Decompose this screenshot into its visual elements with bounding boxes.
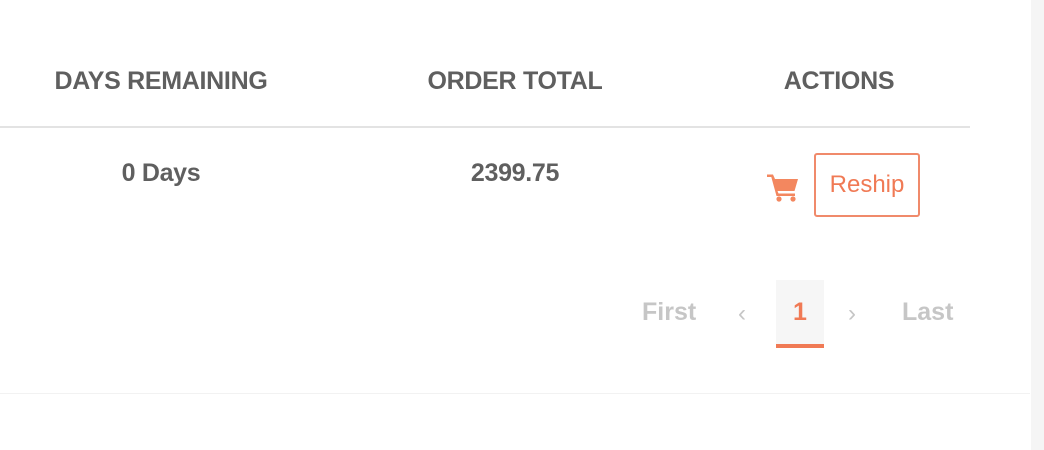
actions-cell: Reship (708, 127, 970, 218)
shopping-cart-icon[interactable] (766, 172, 800, 202)
column-header-order-total-label: ORDER TOTAL (427, 66, 603, 95)
order-total-cell: 2399.75 (322, 127, 708, 218)
column-header-days-remaining-label: DAYS REMAINING (54, 66, 268, 95)
actions-group: Reship (708, 128, 970, 217)
orders-panel: DAYS REMAINING ORDER TOTAL ACTIONS 0 Day… (0, 0, 1030, 394)
days-remaining-value: 0 Days (121, 159, 201, 187)
order-total-value: 2399.75 (470, 159, 560, 187)
reship-button[interactable]: Reship (814, 153, 920, 217)
table-header-row: DAYS REMAINING ORDER TOTAL ACTIONS (0, 0, 970, 128)
orders-table: DAYS REMAINING ORDER TOTAL ACTIONS 0 Day… (0, 0, 970, 218)
pagination-first-link[interactable]: First (642, 298, 696, 327)
pagination-next-link[interactable]: › (848, 300, 856, 328)
column-header-actions: ACTIONS (708, 0, 970, 128)
pagination-current-page[interactable]: 1 (776, 280, 824, 348)
column-header-days-remaining: DAYS REMAINING (0, 0, 322, 128)
pagination-prev-link[interactable]: ‹ (738, 300, 746, 328)
column-header-order-total: ORDER TOTAL (322, 0, 708, 128)
column-header-actions-label: ACTIONS (783, 66, 895, 95)
table-row: 0 Days 2399.75 Reship (0, 127, 970, 218)
days-remaining-cell: 0 Days (0, 127, 322, 218)
pagination-last-link[interactable]: Last (902, 298, 953, 327)
page-scroll-gutter (1031, 0, 1044, 450)
